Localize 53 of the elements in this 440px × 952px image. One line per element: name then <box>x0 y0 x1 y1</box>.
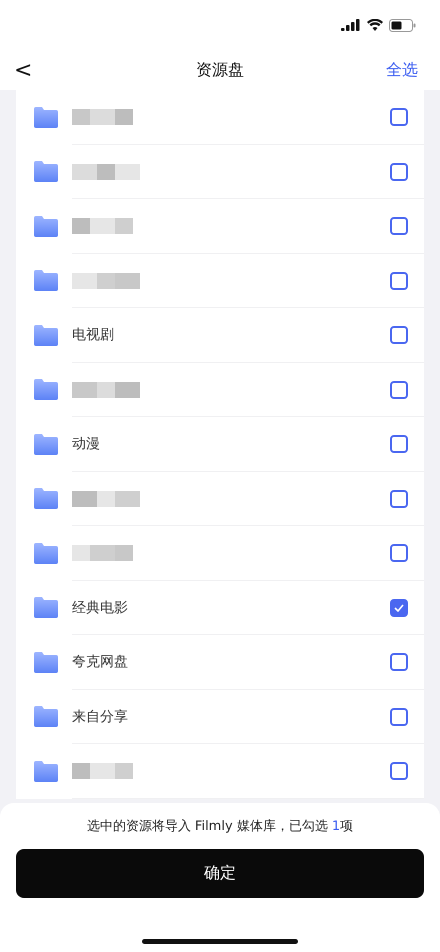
folder-icon <box>34 597 58 618</box>
back-button[interactable]: < <box>0 58 32 82</box>
folder-icon <box>34 324 58 346</box>
checkbox[interactable] <box>390 708 408 726</box>
redacted-name <box>72 545 133 562</box>
folder-icon <box>34 706 58 728</box>
folder-icon <box>34 488 58 510</box>
redacted-name <box>72 490 140 507</box>
folder-icon <box>34 542 58 564</box>
redacted-name <box>72 109 133 126</box>
redacted-name <box>72 382 140 398</box>
checkbox[interactable] <box>390 162 408 181</box>
checkbox[interactable] <box>390 490 408 508</box>
checkbox[interactable] <box>390 762 408 780</box>
checkbox[interactable] <box>390 435 408 454</box>
folder-name: 经典电影 <box>72 598 129 617</box>
folder-row[interactable]: 夸克网盘 <box>16 635 424 690</box>
check-icon <box>394 604 404 612</box>
wifi-icon <box>367 19 383 31</box>
folder-name: 动漫 <box>72 435 101 454</box>
redacted-name <box>72 164 140 180</box>
folder-name: 来自分享 <box>72 708 129 726</box>
redacted-name <box>72 272 140 289</box>
folder-name: 夸克网盘 <box>72 653 129 672</box>
folder-icon <box>34 106 58 128</box>
folder-row[interactable]: 电视剧 <box>16 308 424 362</box>
redacted-name <box>72 763 133 780</box>
checkbox[interactable] <box>390 217 408 236</box>
folder-row[interactable]: 经典电影 <box>16 580 424 635</box>
folder-icon <box>34 379 58 400</box>
checkbox[interactable] <box>390 544 408 562</box>
selection-summary: 选中的资源将导入 Filmly 媒体库，已勾选 1项 <box>86 818 354 835</box>
checkbox[interactable] <box>390 380 408 399</box>
confirm-button[interactable]: 确定 <box>16 849 424 898</box>
folder-icon <box>34 161 58 182</box>
folder-icon <box>34 760 58 782</box>
folder-row[interactable]: 来自分享 <box>16 690 424 744</box>
folder-icon <box>34 216 58 237</box>
folder-icon <box>34 434 58 455</box>
checkbox[interactable] <box>390 272 408 290</box>
battery-icon <box>389 18 416 32</box>
folder-row[interactable]: 动漫 <box>16 417 424 472</box>
checkbox[interactable] <box>390 326 408 344</box>
redacted-name <box>72 218 133 234</box>
select-all-button[interactable]: 全选 <box>386 60 440 80</box>
page-title: 资源盘 <box>195 60 245 80</box>
folder-name: 电视剧 <box>72 326 115 344</box>
checkbox[interactable] <box>390 598 408 617</box>
folder-icon <box>34 270 58 292</box>
signal-icon <box>341 19 361 31</box>
checkbox[interactable] <box>390 108 408 126</box>
checkbox[interactable] <box>390 653 408 672</box>
folder-icon <box>34 652 58 673</box>
